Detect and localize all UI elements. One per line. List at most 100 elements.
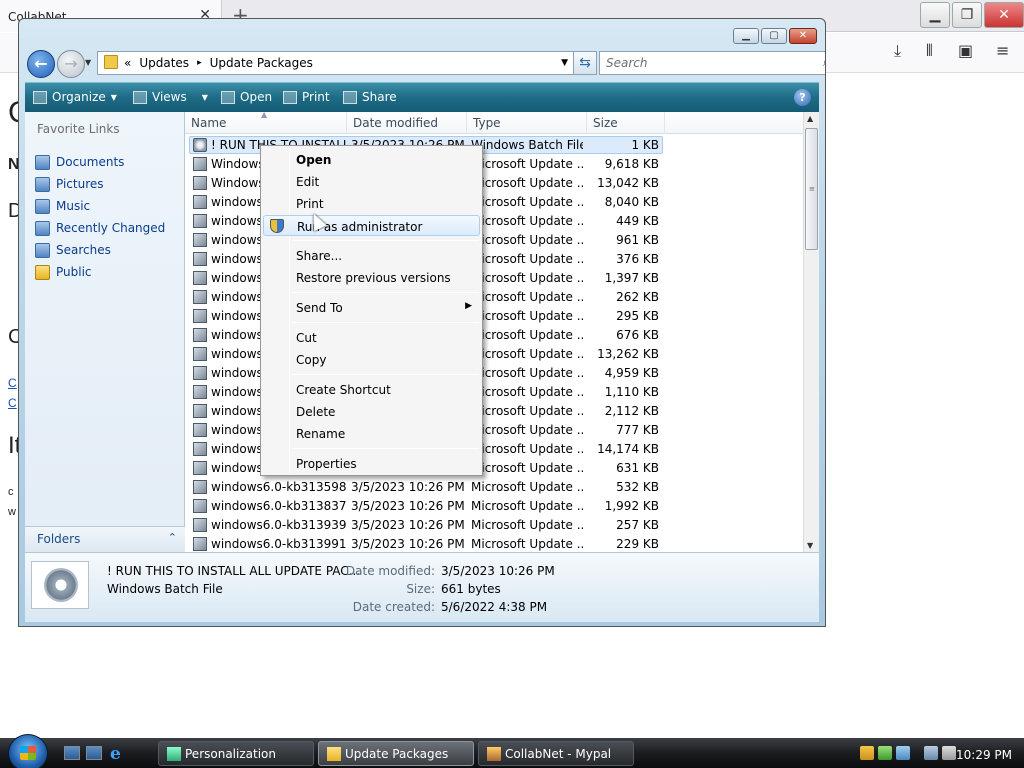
page-link-fragment[interactable]: C (8, 376, 17, 390)
network-icon[interactable] (924, 746, 938, 760)
file-size: 262 KB (616, 290, 659, 304)
file-row[interactable]: windows6.0-kb313991... 3/5/2023 10:26 PM M… (185, 535, 803, 552)
history-dropdown-icon[interactable]: ▼ (85, 58, 91, 67)
forward-arrow-icon[interactable]: → (57, 50, 85, 78)
open-button[interactable]: Open (221, 90, 272, 104)
security-shield-icon[interactable] (860, 746, 874, 760)
address-bar[interactable]: « Updates ▸ Update Packages ▼ (97, 51, 575, 75)
taskbar-button-personalization[interactable]: Personalization (158, 741, 314, 766)
file-size: 1,397 KB (604, 271, 659, 285)
searches-icon (35, 242, 50, 258)
nav-item-label: Music (56, 199, 91, 213)
file-name: windows6.0-kb313991... (211, 537, 347, 551)
close-icon[interactable]: ✕ (789, 28, 817, 44)
file-size: 676 KB (616, 328, 659, 342)
file-row[interactable]: windows6.0-kb313598... 3/5/2023 10:26 PM M… (185, 478, 803, 497)
browser-window-controls: ▁ ❐ ✕ (920, 2, 1024, 28)
volume-icon[interactable] (942, 746, 956, 760)
menu-item-copy[interactable]: Copy (263, 349, 480, 370)
search-icon[interactable]: ⌕ (823, 55, 825, 70)
download-icon[interactable]: ⤓ (894, 41, 901, 61)
print-button[interactable]: Print (283, 90, 330, 104)
browser-icon (487, 747, 501, 761)
nav-item-searches[interactable]: Searches (35, 240, 111, 260)
close-icon[interactable]: ✕ (984, 2, 1024, 28)
menu-item-restore-previous-versions[interactable]: Restore previous versions (263, 267, 480, 288)
back-arrow-icon[interactable]: ← (27, 50, 55, 78)
file-row[interactable]: windows6.0-kb313939... 3/5/2023 10:26 PM M… (185, 516, 803, 535)
file-size: 631 KB (616, 461, 659, 475)
file-size: 4,959 KB (604, 366, 659, 380)
organize-button[interactable]: Organize ▼ (33, 90, 117, 104)
favorite-links-heading: Favorite Links (37, 122, 120, 136)
menu-item-send-to[interactable]: Send To ▶ (263, 297, 480, 318)
menu-item-print[interactable]: Print (263, 193, 480, 214)
file-type: Microsoft Update ... (471, 366, 583, 380)
menu-item-rename[interactable]: Rename (263, 423, 480, 444)
file-name: windows6.0-kb313939... (211, 518, 347, 532)
folders-toggle[interactable]: Folders ⌃ (25, 526, 185, 552)
accessibility-icon[interactable] (878, 746, 892, 760)
menu-item-run-as-administrator[interactable]: Run as administrator (263, 215, 480, 236)
scroll-down-icon[interactable]: ▼ (807, 541, 813, 550)
breadcrumb-item-update-packages[interactable]: Update Packages (210, 56, 313, 70)
breadcrumb-separator-icon[interactable]: ▸ (197, 58, 202, 68)
minimize-icon[interactable]: ▁ (920, 2, 950, 28)
file-type: Microsoft Update ... (471, 252, 583, 266)
switch-windows-icon[interactable] (86, 746, 102, 760)
documents-icon (35, 154, 50, 170)
search-input[interactable]: Search ⌕ (599, 51, 825, 75)
vertical-scrollbar[interactable]: ▲ ≡ ▼ (803, 112, 819, 552)
nav-item-public[interactable]: Public (35, 262, 92, 282)
views-button[interactable]: Views ▼ (133, 90, 208, 104)
page-text-fragment: w (8, 506, 16, 518)
share-button[interactable]: Share (343, 90, 397, 104)
menu-item-create-shortcut[interactable]: Create Shortcut (263, 379, 480, 400)
file-type: Microsoft Update ... (471, 518, 583, 532)
maximize-icon[interactable]: ▢ (761, 28, 787, 44)
nav-item-recently-changed[interactable]: Recently Changed (35, 218, 165, 238)
show-desktop-icon[interactable] (64, 746, 80, 760)
menu-item-cut[interactable]: Cut (263, 327, 480, 348)
nav-item-pictures[interactable]: Pictures (35, 174, 104, 194)
update-package-icon (193, 442, 207, 456)
column-header-name[interactable]: Name (185, 112, 347, 134)
menu-icon[interactable]: ≡ (996, 41, 1009, 60)
library-icon[interactable]: ⫴ (926, 41, 933, 61)
details-pane: ! RUN THIS TO INSTALL ALL UPDATE PAC... … (25, 552, 819, 622)
menu-item-edit[interactable]: Edit (263, 171, 480, 192)
help-icon[interactable]: ? (794, 89, 811, 106)
program-icon[interactable] (896, 746, 910, 760)
update-package-icon (193, 233, 207, 247)
column-header-date-modified[interactable]: Date modified (347, 112, 467, 134)
scroll-up-icon[interactable]: ▲ (807, 114, 813, 123)
menu-item-open[interactable]: Open (263, 149, 480, 170)
page-link-fragment[interactable]: C (8, 396, 17, 410)
internet-explorer-icon[interactable]: e (110, 744, 121, 764)
minimize-icon[interactable]: ▁ (733, 28, 759, 44)
column-header-size[interactable]: Size (587, 112, 665, 134)
refresh-icon[interactable]: ⇆ (573, 51, 597, 75)
chevron-down-icon: ▼ (110, 92, 117, 102)
start-button[interactable] (8, 734, 48, 768)
file-row[interactable]: windows6.0-kb313837... 3/5/2023 10:26 PM M… (185, 497, 803, 516)
file-size: 257 KB (616, 518, 659, 532)
breadcrumb-overflow-icon[interactable]: « (124, 56, 131, 70)
breadcrumb-item-updates[interactable]: Updates (139, 56, 189, 70)
taskbar-button-collabnet-mypal[interactable]: CollabNet - Mypal (478, 741, 634, 766)
update-package-icon (193, 423, 207, 437)
menu-item-share[interactable]: Share... (263, 245, 480, 266)
nav-item-documents[interactable]: Documents (35, 152, 124, 172)
menu-separator (293, 322, 479, 323)
scrollbar-thumb[interactable]: ≡ (805, 128, 818, 250)
restore-icon[interactable]: ❐ (952, 2, 982, 28)
taskbar-button-update-packages[interactable]: Update Packages (318, 741, 474, 766)
context-menu: Open Edit Print Run as administrator Sha… (260, 145, 483, 476)
menu-item-properties[interactable]: Properties (263, 453, 480, 474)
clock[interactable]: 10:29 PM (956, 748, 1012, 762)
menu-item-delete[interactable]: Delete (263, 401, 480, 422)
address-dropdown-icon[interactable]: ▼ (561, 58, 568, 68)
nav-item-music[interactable]: Music (35, 196, 90, 216)
column-header-type[interactable]: Type (467, 112, 587, 134)
sidebar-icon[interactable]: ▣ (958, 41, 973, 60)
